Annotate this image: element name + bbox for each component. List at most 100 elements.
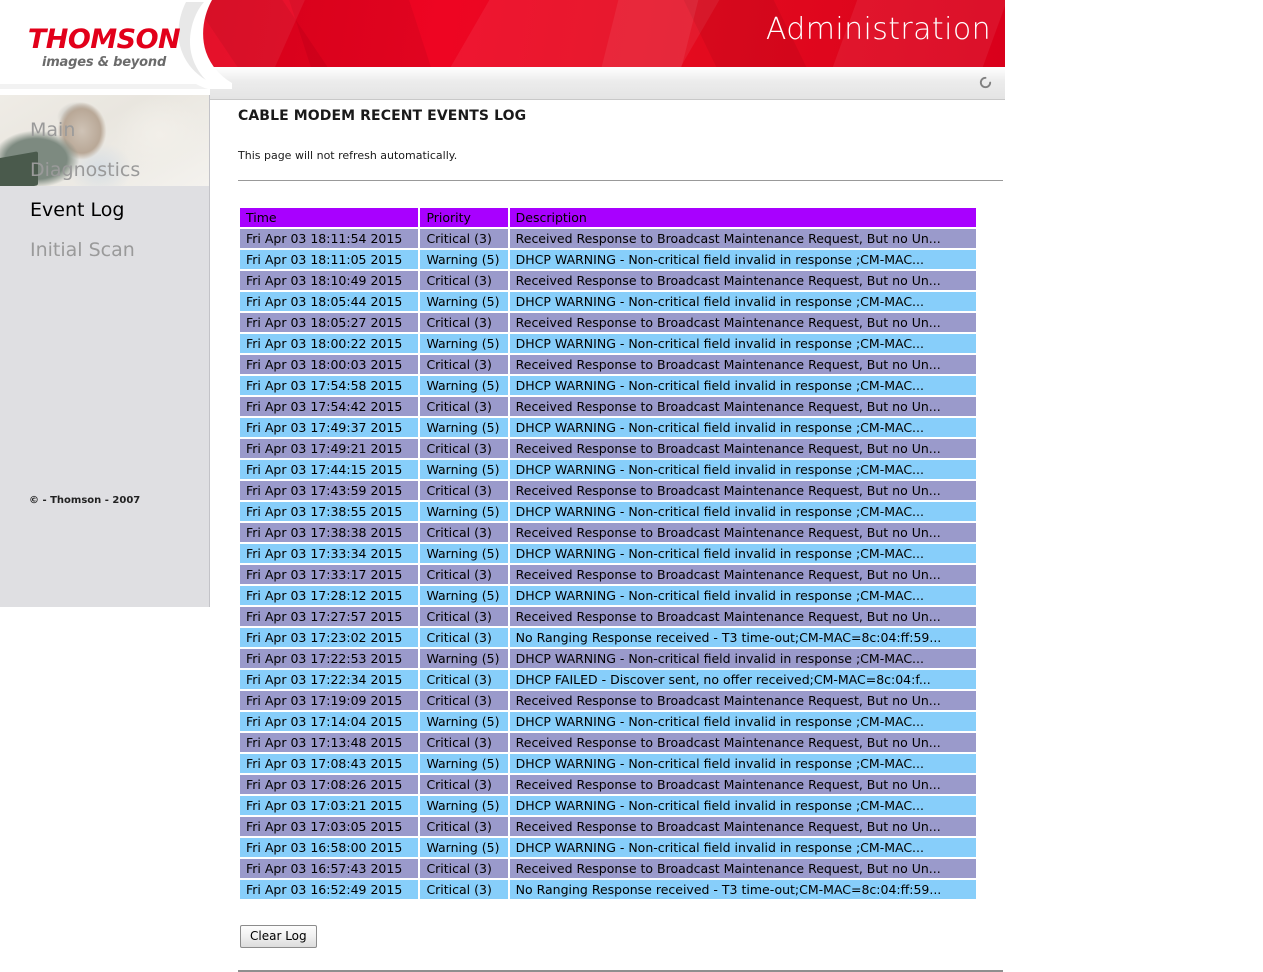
cell-time: Fri Apr 03 17:38:55 2015	[240, 502, 419, 521]
table-row: Fri Apr 03 16:57:43 2015 Critical (3) Rece…	[240, 859, 976, 878]
cell-description: No Ranging Response received - T3 time-o…	[509, 628, 976, 647]
cell-priority: Warning (5)	[420, 586, 508, 605]
cell-description: Received Response to Broadcast Maintenan…	[509, 733, 976, 752]
column-header-description[interactable]: Description	[509, 208, 976, 227]
table-row: Fri Apr 03 17:38:38 2015 Critical (3) Rece…	[240, 523, 976, 542]
cell-time: Fri Apr 03 18:11:05 2015	[240, 250, 419, 269]
cell-priority: Critical (3)	[420, 733, 508, 752]
table-row: Fri Apr 03 17:27:57 2015 Critical (3) Rece…	[240, 607, 976, 626]
cell-description: Received Response to Broadcast Maintenan…	[509, 439, 976, 458]
cell-priority: Critical (3)	[420, 313, 508, 332]
cell-time: Fri Apr 03 17:28:12 2015	[240, 586, 419, 605]
cell-time: Fri Apr 03 17:22:34 2015	[240, 670, 419, 689]
cell-priority: Critical (3)	[420, 775, 508, 794]
cell-priority: Critical (3)	[420, 229, 508, 248]
cell-time: Fri Apr 03 17:54:58 2015	[240, 376, 419, 395]
cell-priority: Critical (3)	[420, 439, 508, 458]
cell-description: DHCP WARNING - Non-critical field invali…	[509, 250, 976, 269]
table-row: Fri Apr 03 17:08:43 2015 Warning (5) DHCP …	[240, 754, 976, 773]
cell-time: Fri Apr 03 17:54:42 2015	[240, 397, 419, 416]
table-row: Fri Apr 03 18:00:03 2015 Critical (3) Rece…	[240, 355, 976, 374]
cell-time: Fri Apr 03 16:58:00 2015	[240, 838, 419, 857]
sidebar-item-initial-scan[interactable]: Initial Scan	[30, 239, 135, 261]
cell-priority: Warning (5)	[420, 838, 508, 857]
table-row: Fri Apr 03 17:49:37 2015 Warning (5) DHCP …	[240, 418, 976, 437]
cell-priority: Warning (5)	[420, 460, 508, 479]
header-subbar	[210, 67, 1005, 100]
table-row: Fri Apr 03 17:23:02 2015 Critical (3) No R…	[240, 628, 976, 647]
column-header-time[interactable]: Time	[240, 208, 419, 227]
cell-time: Fri Apr 03 18:05:44 2015	[240, 292, 419, 311]
table-row: Fri Apr 03 17:33:34 2015 Warning (5) DHCP …	[240, 544, 976, 563]
cell-time: Fri Apr 03 17:03:21 2015	[240, 796, 419, 815]
refresh-spinner-icon[interactable]	[978, 75, 993, 90]
table-row: Fri Apr 03 17:03:21 2015 Warning (5) DHCP …	[240, 796, 976, 815]
cell-description: DHCP WARNING - Non-critical field invali…	[509, 376, 976, 395]
table-row: Fri Apr 03 17:19:09 2015 Critical (3) Rece…	[240, 691, 976, 710]
cell-time: Fri Apr 03 17:08:26 2015	[240, 775, 419, 794]
table-row: Fri Apr 03 17:22:53 2015 Warning (5) DHCP …	[240, 649, 976, 668]
table-row: Fri Apr 03 17:28:12 2015 Warning (5) DHCP …	[240, 586, 976, 605]
cell-description: Received Response to Broadcast Maintenan…	[509, 607, 976, 626]
cell-time: Fri Apr 03 17:22:53 2015	[240, 649, 419, 668]
header-facet	[601, 0, 699, 67]
cell-time: Fri Apr 03 17:13:48 2015	[240, 733, 419, 752]
cell-time: Fri Apr 03 17:27:57 2015	[240, 607, 419, 626]
cell-time: Fri Apr 03 17:38:38 2015	[240, 523, 419, 542]
brand-logo: THOMSON images & beyond	[14, 26, 194, 70]
clear-log-button[interactable]: Clear Log	[240, 925, 317, 948]
cell-time: Fri Apr 03 17:49:37 2015	[240, 418, 419, 437]
main-content: CABLE MODEM RECENT EVENTS LOG This page …	[238, 100, 1003, 972]
cell-time: Fri Apr 03 18:05:27 2015	[240, 313, 419, 332]
cell-time: Fri Apr 03 17:49:21 2015	[240, 439, 419, 458]
cell-priority: Warning (5)	[420, 418, 508, 437]
cell-description: Received Response to Broadcast Maintenan…	[509, 397, 976, 416]
cell-priority: Warning (5)	[420, 754, 508, 773]
cell-time: Fri Apr 03 16:57:43 2015	[240, 859, 419, 878]
cell-priority: Warning (5)	[420, 250, 508, 269]
cell-priority: Critical (3)	[420, 859, 508, 878]
cell-priority: Critical (3)	[420, 607, 508, 626]
cell-priority: Critical (3)	[420, 670, 508, 689]
cell-time: Fri Apr 03 17:33:34 2015	[240, 544, 419, 563]
cell-description: DHCP WARNING - Non-critical field invali…	[509, 292, 976, 311]
page-title: CABLE MODEM RECENT EVENTS LOG	[238, 108, 527, 124]
cell-description: DHCP WARNING - Non-critical field invali…	[509, 838, 976, 857]
cell-priority: Critical (3)	[420, 565, 508, 584]
cell-priority: Critical (3)	[420, 880, 508, 899]
cell-time: Fri Apr 03 17:33:17 2015	[240, 565, 419, 584]
sidebar-item-main[interactable]: Main	[30, 119, 75, 141]
table-row: Fri Apr 03 16:58:00 2015 Warning (5) DHCP …	[240, 838, 976, 857]
brand-logo-tagline: images & beyond	[41, 55, 167, 70]
table-row: Fri Apr 03 18:00:22 2015 Warning (5) DHCP …	[240, 334, 976, 353]
cell-time: Fri Apr 03 18:10:49 2015	[240, 271, 419, 290]
cell-description: Received Response to Broadcast Maintenan…	[509, 271, 976, 290]
cell-description: Received Response to Broadcast Maintenan…	[509, 313, 976, 332]
brand-logo-wordmark: THOMSON	[27, 24, 181, 55]
event-log-body: Fri Apr 03 18:11:54 2015 Critical (3) Rece…	[240, 229, 976, 899]
table-row: Fri Apr 03 17:14:04 2015 Warning (5) DHCP …	[240, 712, 976, 731]
column-header-priority[interactable]: Priority	[420, 208, 508, 227]
cell-description: DHCP WARNING - Non-critical field invali…	[509, 796, 976, 815]
cell-time: Fri Apr 03 17:19:09 2015	[240, 691, 419, 710]
page-refresh-note: This page will not refresh automatically…	[238, 149, 458, 162]
sidebar-item-diagnostics[interactable]: Diagnostics	[30, 159, 140, 181]
cell-description: Received Response to Broadcast Maintenan…	[509, 817, 976, 836]
cell-description: DHCP WARNING - Non-critical field invali…	[509, 334, 976, 353]
table-header-row: Time Priority Description	[240, 208, 976, 227]
cell-time: Fri Apr 03 17:43:59 2015	[240, 481, 419, 500]
table-row: Fri Apr 03 17:33:17 2015 Critical (3) Rece…	[240, 565, 976, 584]
table-row: Fri Apr 03 17:03:05 2015 Critical (3) Rece…	[240, 817, 976, 836]
cell-priority: Critical (3)	[420, 481, 508, 500]
cell-description: Received Response to Broadcast Maintenan…	[509, 481, 976, 500]
cell-priority: Critical (3)	[420, 355, 508, 374]
cell-time: Fri Apr 03 17:23:02 2015	[240, 628, 419, 647]
table-row: Fri Apr 03 18:05:27 2015 Critical (3) Rece…	[240, 313, 976, 332]
cell-time: Fri Apr 03 18:11:54 2015	[240, 229, 419, 248]
sidebar-item-event-log[interactable]: Event Log	[30, 199, 124, 221]
cell-priority: Warning (5)	[420, 544, 508, 563]
table-row: Fri Apr 03 17:13:48 2015 Critical (3) Rece…	[240, 733, 976, 752]
table-row: Fri Apr 03 17:38:55 2015 Warning (5) DHCP …	[240, 502, 976, 521]
cell-time: Fri Apr 03 17:03:05 2015	[240, 817, 419, 836]
table-row: Fri Apr 03 17:44:15 2015 Warning (5) DHCP …	[240, 460, 976, 479]
